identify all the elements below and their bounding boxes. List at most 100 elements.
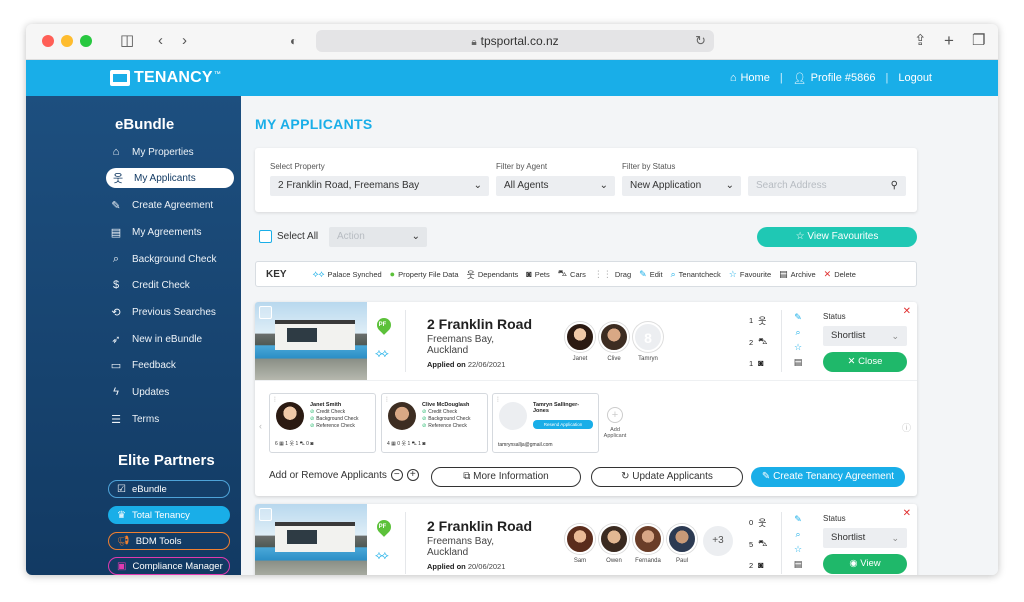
property-address[interactable]: 2 Franklin Road [427,316,532,332]
pencil-icon[interactable]: ✎ [791,512,805,527]
close-button[interactable]: ✕ Close [823,352,907,372]
user-icon: 👤︎ [792,72,807,85]
card-status-select[interactable]: Shortlist ⌄ [823,528,907,548]
applicant-avatar-paul[interactable]: Paul [665,524,699,564]
view-favourites-button[interactable]: ☆ View Favourites [757,227,917,247]
sidebar-item-create-agreement[interactable]: ✎ Create Agreement [108,195,236,215]
sidebar-item-updates[interactable]: ϟ Updates [108,382,236,402]
create-tenancy-agreement-button[interactable]: ✎ Create Tenancy Agreement [751,467,905,487]
star-icon: ☆ [795,231,805,242]
pets-count: 2 ◙ [749,560,764,570]
partner-bdm-tools[interactable]: 📢︎ BDM Tools [108,532,230,550]
update-applicants-button[interactable]: ↻ Update Applicants [591,467,743,487]
share-icon[interactable]: ⇪ [914,32,927,50]
search-icon[interactable]: ⚲ [891,176,898,196]
status-label: Status [823,514,846,523]
select-all-control[interactable]: Select All [259,230,318,243]
property-select[interactable]: 2 Franklin Road, Freemans Bay ⌄ [270,176,489,196]
applicant-mini-card[interactable]: ⋮ Clive McDouglash ⊘ Credit Check ⊘ Backgr… [381,393,488,453]
plus-icon[interactable]: + [406,469,419,481]
drag-handle-icon[interactable]: ⋮ [272,396,278,403]
info-icon[interactable]: ⓘ [902,421,911,434]
back-icon[interactable]: ‹ [158,32,163,50]
applicant-avatar-clive[interactable]: Clive [597,322,631,362]
applicant-avatar-tamryn[interactable]: Tamryn [631,322,665,362]
maximize-window-button[interactable] [80,35,92,47]
search-address-input[interactable]: Search Address ⚲ [748,176,906,196]
sidebar-item-new-in-ebundle[interactable]: ➶ New in eBundle [108,329,236,349]
view-button[interactable]: ◉ View [823,554,907,574]
tenantcheck-icon[interactable]: ⌕ [791,527,805,542]
avatar-placeholder [499,402,527,430]
applicant-card: PF ⟡⟡ 2 Franklin Road Freemans Bay, Auck… [255,504,917,575]
home-icon: ⌂ [112,146,120,158]
star-icon[interactable]: ☆ [791,340,805,355]
partner-ebundle[interactable]: ☑ eBundle [108,480,230,498]
forward-icon[interactable]: › [182,32,187,50]
partner-compliance-manager[interactable]: ▣ Compliance Manager [108,557,230,575]
tenancy-logo[interactable]: TENANCY ™ [110,68,221,88]
add-applicant-button[interactable]: + Add Applicant [599,393,631,453]
delete-icon[interactable]: ✕ [903,508,911,519]
minus-icon[interactable]: − [390,469,403,481]
property-address[interactable]: 2 Franklin Road [427,518,532,534]
reload-icon[interactable]: ↻ [695,30,706,52]
star-icon[interactable]: ☆ [791,542,805,557]
key-favourite: ☆ Favourite [729,269,771,280]
drag-handle-icon[interactable]: ⋮ [384,396,390,403]
key-label: Property File Data [398,269,459,279]
tenantcheck-icon[interactable]: ⌕ [791,325,805,340]
partner-total-tenancy[interactable]: ♛ Total Tenancy [108,506,230,524]
status-select[interactable]: New Application ⌄ [622,176,741,196]
sidebar-item-background-check[interactable]: ⌕ Background Check [108,249,236,269]
profile-link[interactable]: Profile #5866 [811,72,876,84]
pets-icon: ◙ [758,560,764,570]
bolt-icon: ϟ [113,386,119,398]
status-filter-label: Filter by Status [622,162,676,171]
drag-icon: ⋮⋮ [593,268,612,279]
applicant-avatar-owen[interactable]: Owen [597,524,631,564]
resend-application-button[interactable]: Resend Application [533,420,593,429]
shield-icon[interactable]: ◐ [290,32,297,50]
card-select-checkbox[interactable] [259,508,272,521]
tabs-overview-icon[interactable]: ❐ [972,32,985,50]
card-status-select[interactable]: Shortlist ⌄ [823,326,907,346]
applicant-mini-card[interactable]: ⋮ Tamryn Sallinger-Jones Resend Applicat… [492,393,599,453]
sidebar-item-feedback[interactable]: ▭ Feedback [108,355,236,375]
more-applicants-badge[interactable]: +3 [703,526,733,556]
close-window-button[interactable] [42,35,54,47]
chevron-left-icon[interactable]: ‹ [259,421,262,431]
applicant-mini-card[interactable]: ⋮ Janet Smith ⊘ Credit Check ⊘ Background … [269,393,376,453]
sidebar-item-terms[interactable]: ☰ Terms [108,409,236,429]
key-title: KEY [266,268,287,280]
drag-handle-icon[interactable]: ⋮ [495,396,501,403]
applicant-avatar-janet[interactable]: Janet [563,322,597,362]
delete-icon[interactable]: ✕ [903,306,911,317]
agent-filter-label: Filter by Agent [496,162,548,171]
card-select-checkbox[interactable] [259,306,272,319]
applicant-avatar-fernanda[interactable]: Fernanda [631,524,665,564]
select-all-checkbox[interactable] [259,230,272,243]
agent-select[interactable]: All Agents ⌄ [496,176,615,196]
address-bar[interactable]: 🔒︎ tpsportal.co.nz ↻ [316,30,714,52]
action-select[interactable]: Action ⌄ [329,227,427,247]
applicant-avatar-sam[interactable]: Sam [563,524,597,564]
archive-icon[interactable]: ▤ [791,557,805,572]
key-edit: ✎ Edit [639,269,662,280]
sidebar-item-my-properties[interactable]: ⌂ My Properties [108,142,236,162]
pencil-icon[interactable]: ✎ [791,310,805,325]
sidebar-item-my-agreements[interactable]: ▤ My Agreements [108,222,236,242]
sidebar-item-my-applicants[interactable]: 웃 My Applicants [106,168,234,188]
sidebar-item-previous-searches[interactable]: ⟲ Previous Searches [108,302,236,322]
applicant-stats: 4 ▦ 0 웃 1 ⛍ 1 ◙ [387,441,426,447]
more-information-button[interactable]: ⧉ More Information [431,467,581,487]
chevron-down-icon: ⌄ [891,331,899,341]
sidebar-toggle-icon[interactable]: ◫ [120,32,134,50]
new-tab-icon[interactable]: + [944,32,954,50]
sidebar-item-credit-check[interactable]: $ Credit Check [108,275,236,295]
archive-icon[interactable]: ▤ [791,355,805,370]
home-link[interactable]: Home [740,72,769,84]
applied-label: Applied on [427,360,466,369]
logout-link[interactable]: Logout [898,72,932,84]
minimize-window-button[interactable] [61,35,73,47]
